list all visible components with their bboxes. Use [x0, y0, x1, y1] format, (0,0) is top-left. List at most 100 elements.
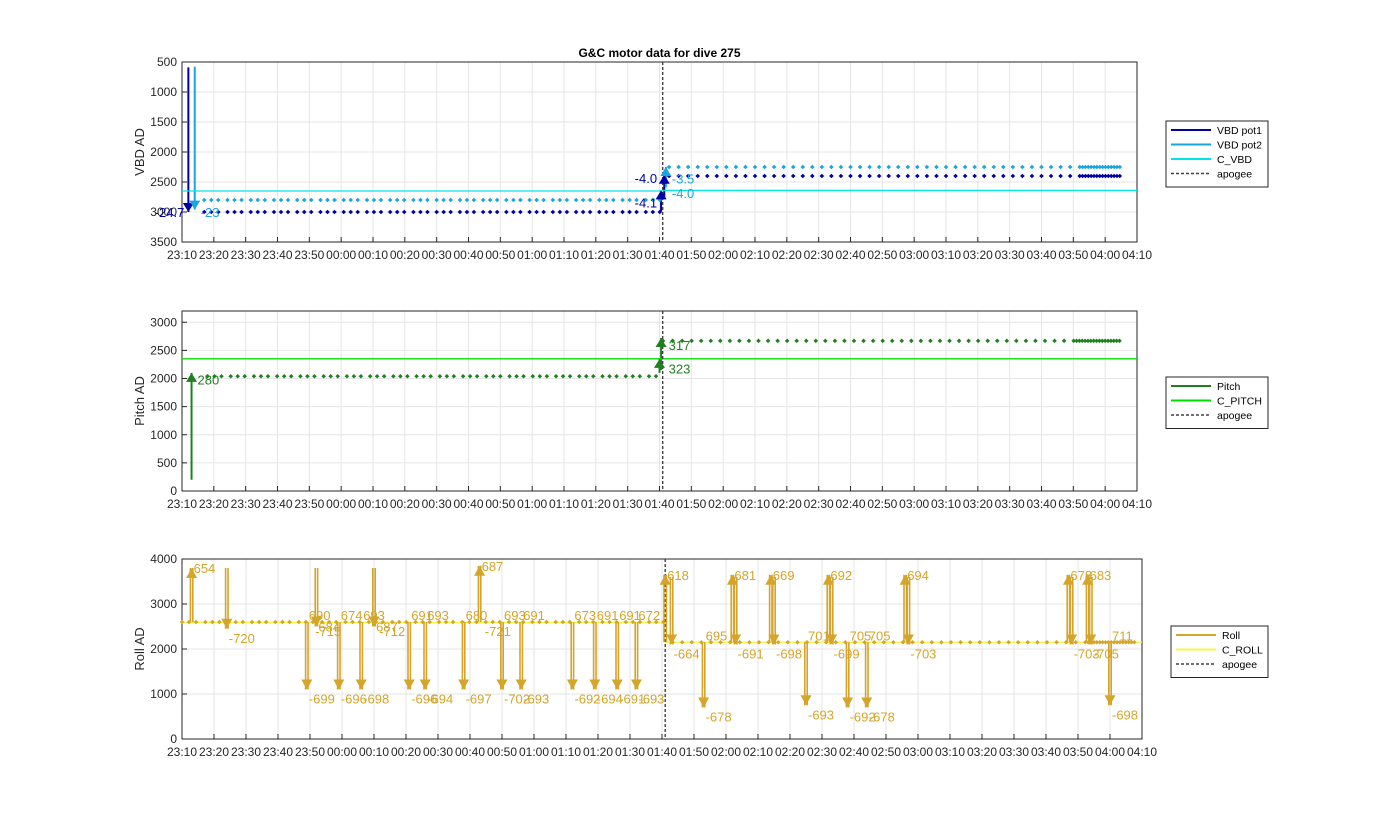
x-tick-label: 01:50	[676, 497, 706, 511]
x-tick-label: 01:20	[583, 745, 613, 759]
x-tick-label: 03:00	[903, 745, 933, 759]
x-tick-label: 02:20	[775, 745, 805, 759]
x-tick-label: 01:40	[647, 745, 677, 759]
x-tick-label: 01:30	[613, 497, 643, 511]
data-label: -664	[674, 647, 700, 662]
y-tick-label: 4000	[150, 552, 177, 566]
x-tick-label: 02:20	[772, 248, 802, 262]
x-tick-label: 02:00	[708, 497, 738, 511]
x-tick-label: 02:40	[839, 745, 869, 759]
legend-label: apogee	[1217, 410, 1252, 422]
data-label: -721	[485, 624, 511, 639]
data-label: -693	[808, 707, 834, 722]
data-label: 669	[773, 568, 795, 583]
data-label: 693	[427, 608, 449, 623]
data-label: 323	[669, 361, 691, 376]
x-tick-label: 00:50	[485, 248, 515, 262]
data-label: 705	[869, 628, 891, 643]
legend: Roll C_ROLLapogee	[1170, 625, 1269, 678]
y-tick-label: 2000	[150, 145, 177, 159]
x-tick-label: 23:30	[231, 745, 261, 759]
x-tick-label: 00:50	[487, 745, 517, 759]
x-tick-label: 01:10	[551, 745, 581, 759]
data-label: 674	[341, 608, 363, 623]
legend-label: VBD pot2	[1217, 140, 1262, 152]
x-tick-label: 00:20	[390, 497, 420, 511]
legend-label: C_ROLL	[1222, 645, 1263, 657]
x-tick-label: 00:30	[423, 745, 453, 759]
x-tick-label: 23:40	[262, 497, 292, 511]
x-tick-label: 01:40	[644, 248, 674, 262]
legend-label: Pitch	[1217, 381, 1241, 393]
data-label: 693	[363, 608, 385, 623]
x-tick-label: 03:10	[931, 248, 961, 262]
data-label: 672	[638, 608, 660, 623]
data-label: -698	[363, 692, 389, 707]
x-tick-label: 02:50	[871, 745, 901, 759]
x-tick-label: 04:00	[1090, 497, 1120, 511]
x-tick-label: 04:10	[1122, 248, 1152, 262]
y-tick-label: 2000	[150, 642, 177, 656]
legend-label: apogee	[1222, 659, 1257, 671]
x-tick-label: 04:10	[1122, 497, 1152, 511]
x-tick-label: 00:00	[327, 745, 357, 759]
x-tick-label: 23:10	[167, 745, 197, 759]
x-tick-label: 03:20	[963, 248, 993, 262]
x-tick-label: 01:00	[517, 497, 547, 511]
data-label: 673	[574, 608, 596, 623]
x-tick-label: 01:00	[517, 248, 547, 262]
data-label: -699	[309, 692, 335, 707]
x-tick-label: 02:00	[711, 745, 741, 759]
x-tick-label: 03:10	[935, 745, 965, 759]
y-tick-label: 3500	[150, 235, 177, 249]
x-tick-label: 01:40	[644, 497, 674, 511]
y-tick-label: 500	[157, 456, 177, 470]
data-label: -703	[910, 647, 936, 662]
y-axis-label: VBD AD	[132, 128, 147, 176]
x-tick-label: 02:30	[804, 497, 834, 511]
x-tick-label: 03:40	[1026, 248, 1056, 262]
x-tick-label: 02:10	[740, 497, 770, 511]
data-label: 687	[482, 559, 504, 574]
panel-2: 23:10 23:20 23:30 23:40 23:50 00:00 00:10 00:20…	[132, 310, 1269, 511]
y-tick-label: 1000	[150, 85, 177, 99]
x-tick-label: 02:10	[743, 745, 773, 759]
x-tick-label: 02:40	[835, 497, 865, 511]
y-axis-label: Roll AD	[132, 627, 147, 670]
x-tick-label: 23:50	[294, 248, 324, 262]
y-tick-label: 1000	[150, 687, 177, 701]
data-label: -678	[869, 710, 895, 725]
panel-3: 23:10 23:20 23:30 23:40 23:50 00:00 00:10 00:20…	[132, 552, 1269, 759]
data-label: -705	[1093, 647, 1119, 662]
x-tick-label: 00:20	[390, 248, 420, 262]
x-tick-label: 04:00	[1095, 745, 1125, 759]
x-tick-label: 01:20	[581, 248, 611, 262]
x-tick-label: 00:10	[358, 248, 388, 262]
x-tick-label: 00:00	[326, 497, 356, 511]
x-tick-label: 23:40	[262, 248, 292, 262]
y-tick-label: 500	[157, 55, 177, 69]
x-tick-label: 00:10	[358, 497, 388, 511]
legend-label: C_VBD	[1217, 154, 1252, 166]
data-label: 694	[907, 568, 929, 583]
data-label: 691	[523, 608, 545, 623]
legend: Pitch C_PITCHapogee	[1165, 376, 1269, 429]
data-label: -4.0	[635, 171, 657, 186]
y-tick-label: 3000	[150, 315, 177, 329]
data-label: -693	[523, 692, 549, 707]
x-tick-label: 02:30	[804, 248, 834, 262]
x-tick-label: 01:10	[549, 497, 579, 511]
data-label: 654	[194, 561, 216, 576]
x-tick-label: 02:40	[835, 248, 865, 262]
data-label: 317	[669, 338, 691, 353]
x-tick-label: 01:20	[581, 497, 611, 511]
data-label: 692	[830, 568, 852, 583]
x-tick-label: 02:10	[740, 248, 770, 262]
data-label: 690	[309, 608, 331, 623]
y-tick-label: 2000	[150, 372, 177, 386]
x-tick-label: 03:00	[899, 497, 929, 511]
legend-label: apogee	[1217, 169, 1252, 181]
legend-label: VBD pot1	[1217, 125, 1262, 137]
x-tick-label: 03:50	[1058, 497, 1088, 511]
data-label: 711	[1112, 628, 1133, 643]
